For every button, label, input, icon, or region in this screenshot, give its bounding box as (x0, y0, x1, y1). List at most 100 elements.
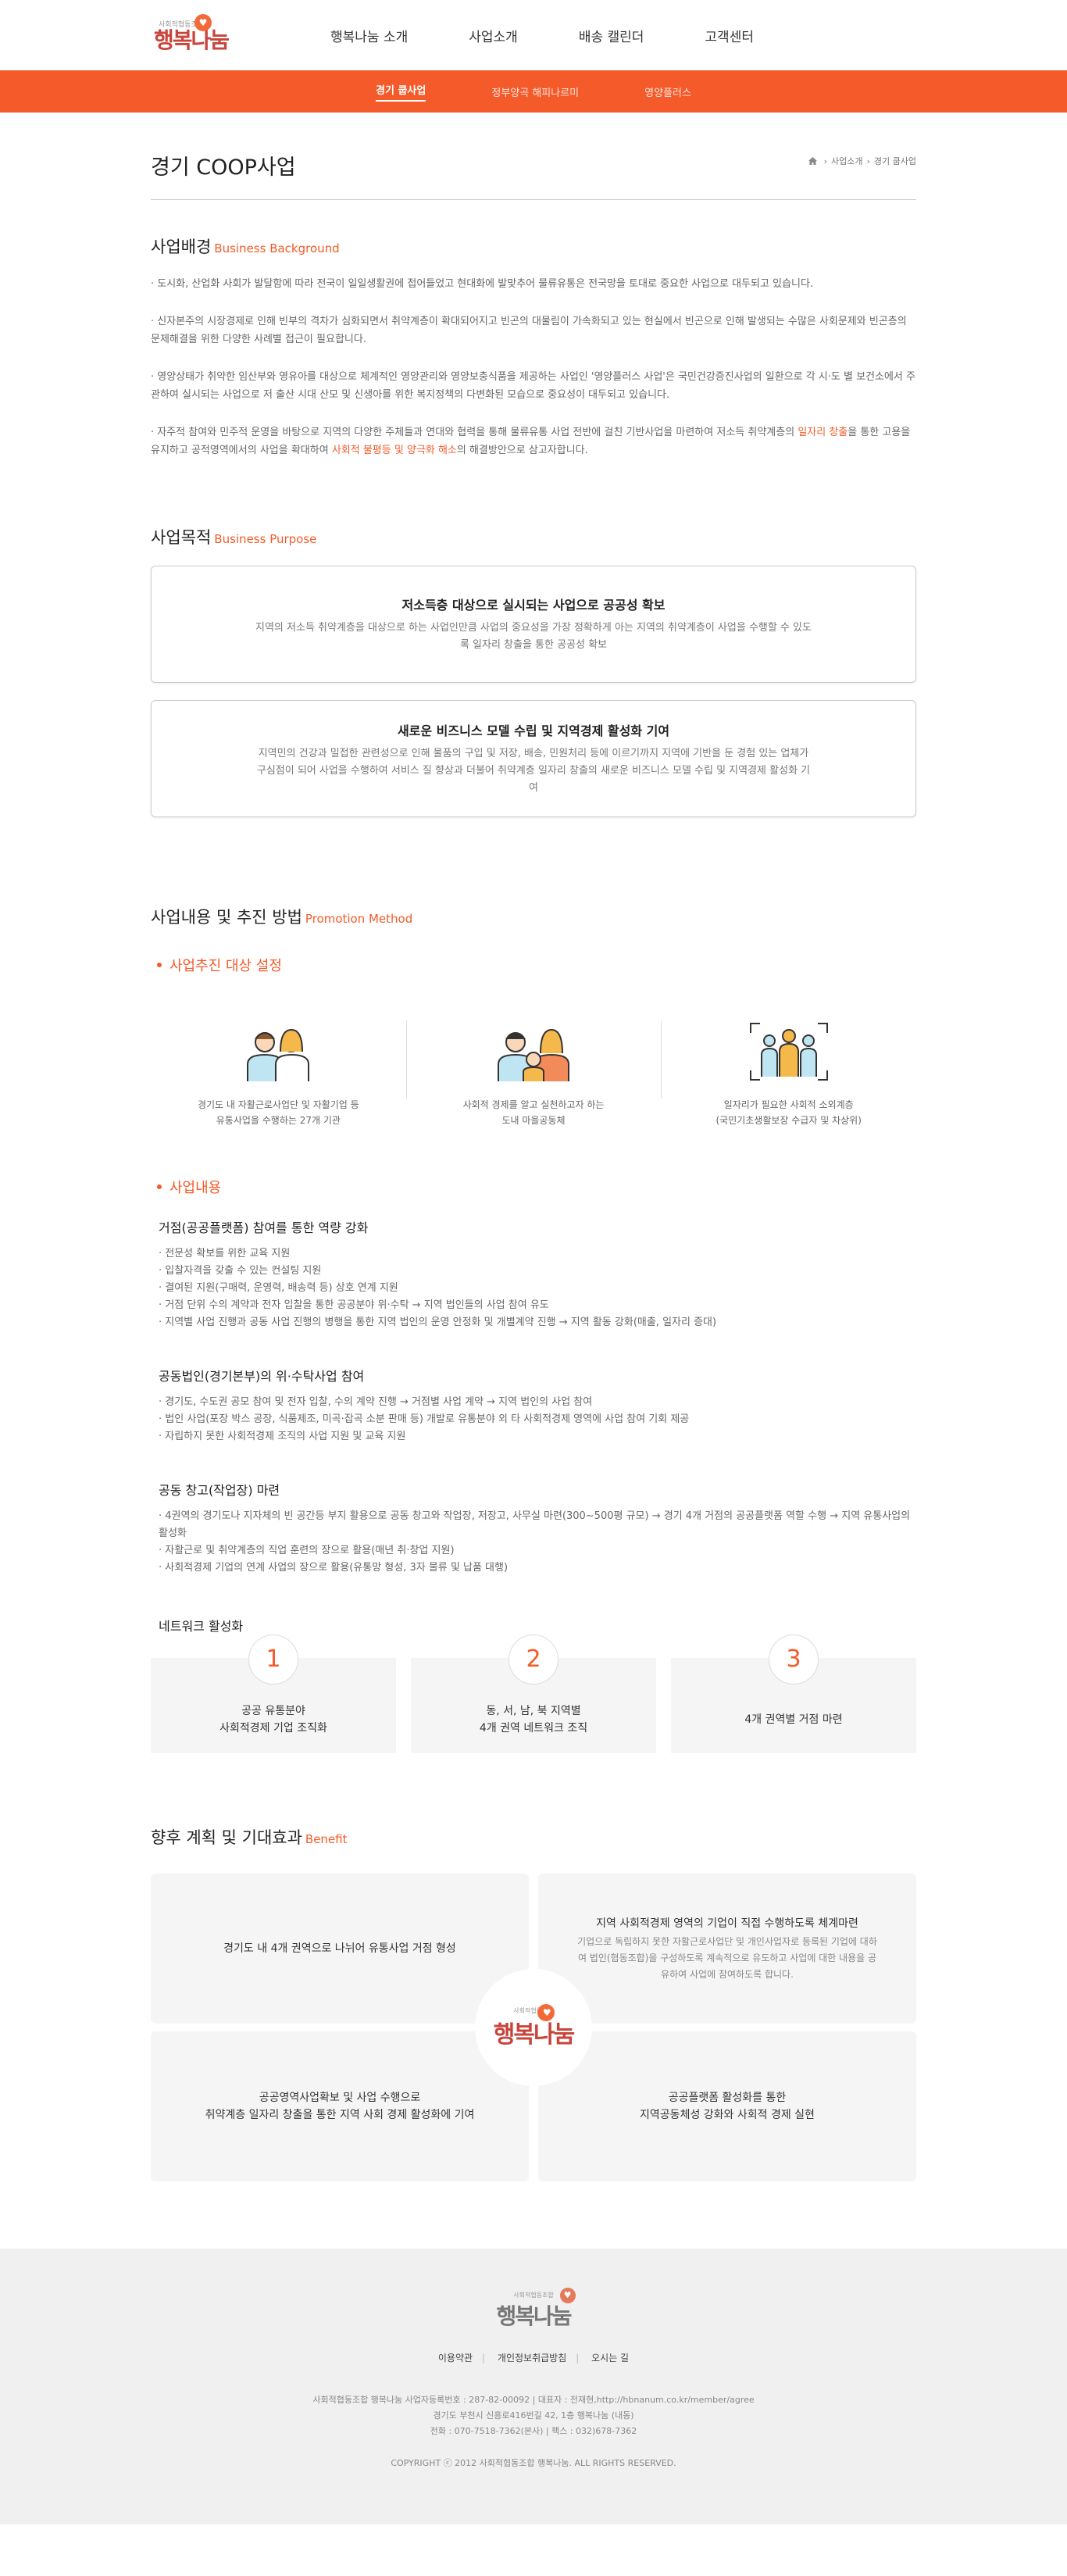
footer-info-line: 경기도 부천시 신흥로416번길 42, 1층 행복나눔 (내동) (433, 2410, 634, 2421)
network-card: 2 동, 서, 남, 북 지역별 4개 권역 네트워크 조직 (411, 1635, 656, 1753)
family-icon (498, 1028, 569, 1081)
nav-item-calendar[interactable]: 배송 캘린더 (579, 26, 644, 45)
people-focus-icon (749, 1023, 828, 1081)
benefit-card-title: 공공영역사업확보 및 사업 수행으로 취약계층 일자리 창출을 통한 지역 사회 … (205, 2092, 475, 2121)
content-block: 거점(공공플랫폼) 참여를 통한 역량 강화 · 전문성 확보를 위한 교육 지… (151, 1217, 916, 1331)
section-title: 향후 계획 및 기대효과 Benefit (151, 1828, 348, 1847)
breadcrumb-separator: › (823, 155, 827, 166)
nav-item-business[interactable]: 사업소개 (469, 26, 518, 45)
breadcrumb: › 사업소개 › 경기 쿱사업 (808, 155, 916, 167)
divider: | (576, 2353, 580, 2363)
site-footer: 사회적협동조합 행복나눔 ♥ 이용약관 | 개인정보취급방침 | 오시는 길 사회적… (0, 2249, 1067, 2524)
list-item: · 4권역의 경기도나 지자체의 빈 공간등 부지 활용으로 공동 창고와 작업… (159, 1510, 911, 1539)
target-text: 사회적 경제를 알고 실천하고자 하는 도내 마을공동체 (462, 1099, 605, 1126)
background-paragraph: · 도시화, 산업화 사회가 발달함에 따라 전국이 일일생활권에 접어들었고 … (151, 278, 814, 290)
business-purpose-section: 사업목적 Business Purpose 저소득층 대상으로 실시되는 사업으로… (151, 525, 916, 817)
list-item: · 지역별 사업 진행과 공동 사업 진행의 병행을 통한 지역 법인의 운영 … (159, 1317, 717, 1328)
network-text: 4개 권역별 거점 마련 (744, 1713, 843, 1726)
heart-icon: ♥ (559, 2288, 576, 2303)
benefit-card: 공공영역사업확보 및 사업 수행으로 취약계층 일자리 창출을 통한 지역 사회 … (151, 2031, 529, 2181)
target-text: 일자리가 필요한 사회적 소외계층 (국민기초생활보장 수급자 및 차상위) (715, 1099, 862, 1126)
section-title: 사업목적 Business Purpose (151, 528, 317, 547)
target-text: 경기도 내 자활근로사업단 및 자활기업 등 유통사업을 수행하는 27개 기관 (197, 1099, 359, 1126)
subnav-item-gyeonggi-coop[interactable]: 경기 쿱사업 (376, 82, 426, 102)
network-number: 2 (509, 1635, 558, 1685)
heart-icon: ♥ (194, 13, 212, 31)
purpose-box-text: 지역의 저소득 취약계층을 대상으로 하는 사업인만큼 사업의 중요성을 가장 … (255, 622, 812, 651)
breadcrumb-item-business[interactable]: 사업소개 (831, 155, 862, 167)
footer-link-terms[interactable]: 이용약관 (438, 2353, 473, 2363)
network-text: 공공 유통분야 사회적경제 기업 조직화 (219, 1705, 327, 1735)
network-title: 네트워크 활성화 (159, 1619, 244, 1634)
site-logo[interactable]: 사회적협동조합 행복나눔 ♥ (151, 13, 244, 52)
network-text: 동, 서, 남, 북 지역별 4개 권역 네트워크 조직 (479, 1705, 588, 1735)
target-item: 경기도 내 자활근로사업단 및 자활기업 등 유통사업을 수행하는 27개 기관 (151, 1020, 406, 1128)
logo-name: 행복나눔 (496, 2303, 572, 2329)
benefit-card-title: 경기도 내 4개 권역으로 나뉘어 유통사업 거점 형성 (223, 1942, 456, 1955)
list-item: · 사회적경제 기업의 연계 사업의 장으로 활용(유통망 형성, 3자 물류 … (159, 1562, 509, 1574)
promotion-method-section: 사업내용 및 추진 방법 Promotion Method 사업추진 대상 설정 … (151, 905, 916, 1753)
sub-nav: 경기 쿱사업 정부양곡 해피나르미 영양플러스 (0, 70, 1067, 113)
benefit-card-text: 기업으로 독립하지 못한 자활근로사업단 및 개인사업자로 등록된 기업에 대하… (577, 1935, 877, 1980)
page-header: 경기 COOP사업 › 사업소개 › 경기 쿱사업 (151, 150, 916, 200)
home-icon[interactable] (808, 157, 817, 165)
section-title: 사업배경 Business Background (151, 238, 340, 256)
benefit-card: 지역 사회적경제 영역의 기업이 직접 수행하도록 체계마련 기업으로 독립하지… (538, 1874, 916, 2024)
content-block: 공동 창고(작업장) 마련 · 4권역의 경기도나 지자체의 빈 공간등 부지 … (151, 1480, 916, 1577)
network-number: 3 (769, 1635, 819, 1685)
sub-label: 사업내용 (151, 1177, 916, 1197)
network-cards: 1 공공 유통분야 사회적경제 기업 조직화 2 동, 서, 남, 북 지역별 4개… (151, 1635, 916, 1753)
benefit-card-title: 지역 사회적경제 영역의 기업이 직접 수행하도록 체계마련 (596, 1917, 858, 1930)
network-card: 3 4개 권역별 거점 마련 (671, 1635, 916, 1753)
network-number: 1 (248, 1635, 298, 1685)
nav-item-about[interactable]: 행복나눔 소개 (330, 26, 408, 45)
benefit-grid: 경기도 내 4개 권역으로 나뉘어 유통사업 거점 형성 지역 사회적경제 영역… (151, 1874, 916, 2181)
target-list: 경기도 내 자활근로사업단 및 자활기업 등 유통사업을 수행하는 27개 기관 … (151, 1020, 916, 1128)
section-title: 사업내용 및 추진 방법 Promotion Method (151, 908, 413, 927)
background-paragraphs: · 도시화, 산업화 사회가 발달함에 따라 전국이 일일생활권에 접어들었고 … (151, 275, 916, 459)
list-item: · 거점 단위 수의 계약과 전자 입찰을 통한 공공분야 위·수탁 → 지역 … (159, 1299, 549, 1311)
target-item: 사회적 경제를 알고 실천하고자 하는 도내 마을공동체 (405, 1020, 662, 1128)
footer-info: 사회적협동조합 행복나눔 사업자등록번호 : 287-82-00092 | 대표… (0, 2392, 1067, 2439)
breadcrumb-separator: › (866, 155, 870, 166)
divider: | (482, 2353, 486, 2363)
business-background-section: 사업배경 Business Background · 도시화, 산업화 사회가 발… (151, 234, 916, 459)
subnav-item-nutrition-plus[interactable]: 영양플러스 (644, 84, 691, 99)
list-item: · 결여된 지원(구매력, 운영력, 배송력 등) 상호 연계 지원 (159, 1282, 398, 1294)
benefit-center-logo: 사회적협동조합 행복나눔 ♥ (475, 1969, 592, 2086)
content-block: 공동법인(경기본부)의 위·수탁사업 참여 · 경기도, 수도권 공모 참여 및… (151, 1366, 916, 1445)
footer-link-directions[interactable]: 오시는 길 (591, 2353, 629, 2363)
footer-logo: 사회적협동조합 행복나눔 ♥ (496, 2288, 576, 2331)
bullet-dot (157, 963, 162, 967)
copyright: COPYRIGHT ⓒ 2012 사회적협동조합 행복나눔. ALL RIGHT… (391, 2458, 676, 2468)
workers-icon (247, 1028, 310, 1081)
target-item: 일자리가 필요한 사회적 소외계층 (국민기초생활보장 수급자 및 차상위) (661, 1020, 916, 1128)
subnav-item-happy-narumi[interactable]: 정부양곡 해피나르미 (491, 84, 579, 99)
list-item: · 전문성 확보를 위한 교육 지원 (159, 1248, 291, 1259)
page-title: 경기 COOP사업 (151, 155, 296, 180)
background-paragraph: · 신자본주의 시장경제로 인해 빈부의 격차가 심화되면서 취약계층이 확대되… (151, 316, 907, 345)
list-item: · 입찰자격을 갖출 수 있는 컨설팅 지원 (159, 1265, 322, 1277)
footer-info-line: 사회적협동조합 행복나눔 사업자등록번호 : 287-82-00092 | 대표… (312, 2395, 755, 2405)
nav-item-support[interactable]: 고객센터 (705, 26, 754, 45)
purpose-box: 저소득층 대상으로 실시되는 사업으로 공공성 확보 지역의 저소득 취약계층을… (151, 566, 916, 683)
benefit-card: 경기도 내 4개 권역으로 나뉘어 유통사업 거점 형성 (151, 1874, 529, 2024)
footer-link-privacy[interactable]: 개인정보취급방침 (498, 2353, 566, 2363)
list-item: · 자립하지 못한 사회적경제 조직의 사업 지원 및 교육 지원 (159, 1431, 406, 1442)
benefit-section: 향후 계획 및 기대효과 Benefit 경기도 내 4개 권역으로 나뉘어 유통… (151, 1825, 916, 2181)
list-item: · 경기도, 수도권 공모 참여 및 전자 입찰, 수의 계약 진행 → 거점별… (159, 1396, 593, 1408)
logo-tagline: 사회적협동조합 (513, 2292, 554, 2299)
footer-info-line: 전화 : 070-7518-7362(본사) | 팩스 : 032)678-73… (430, 2426, 637, 2436)
purpose-box-title: 새로운 비즈니스 모델 수립 및 지역경제 활성화 기여 (397, 723, 670, 738)
benefit-card: 공공플랫폼 활성화를 통한 지역공동체성 강화와 사회적 경제 실현 (538, 2031, 916, 2181)
logo-name: 행복나눔 ♥ (494, 2003, 575, 2049)
bullet-dot (157, 1184, 162, 1189)
network-card: 1 공공 유통분야 사회적경제 기업 조직화 (151, 1635, 396, 1753)
content-block-title: 공동 창고(작업장) 마련 (159, 1483, 280, 1498)
purpose-box: 새로운 비즈니스 모델 수립 및 지역경제 활성화 기여 지역민의 건강과 밀접… (151, 700, 916, 817)
background-paragraph: · 자주적 참여와 민주적 운영을 바탕으로 지역의 다양한 주체들과 연대와 … (151, 427, 911, 456)
site-header: 사회적협동조합 행복나눔 ♥ 행복나눔 소개 사업소개 배송 캘린더 고객센터 (0, 0, 1067, 70)
background-paragraph: · 영양상태가 취약한 임산부와 영유아를 대상으로 체계적인 영양관리와 영양… (151, 371, 915, 401)
heart-icon: ♥ (537, 2003, 555, 2021)
purpose-box-title: 저소득층 대상으로 실시되는 사업으로 공공성 확보 (401, 598, 666, 613)
